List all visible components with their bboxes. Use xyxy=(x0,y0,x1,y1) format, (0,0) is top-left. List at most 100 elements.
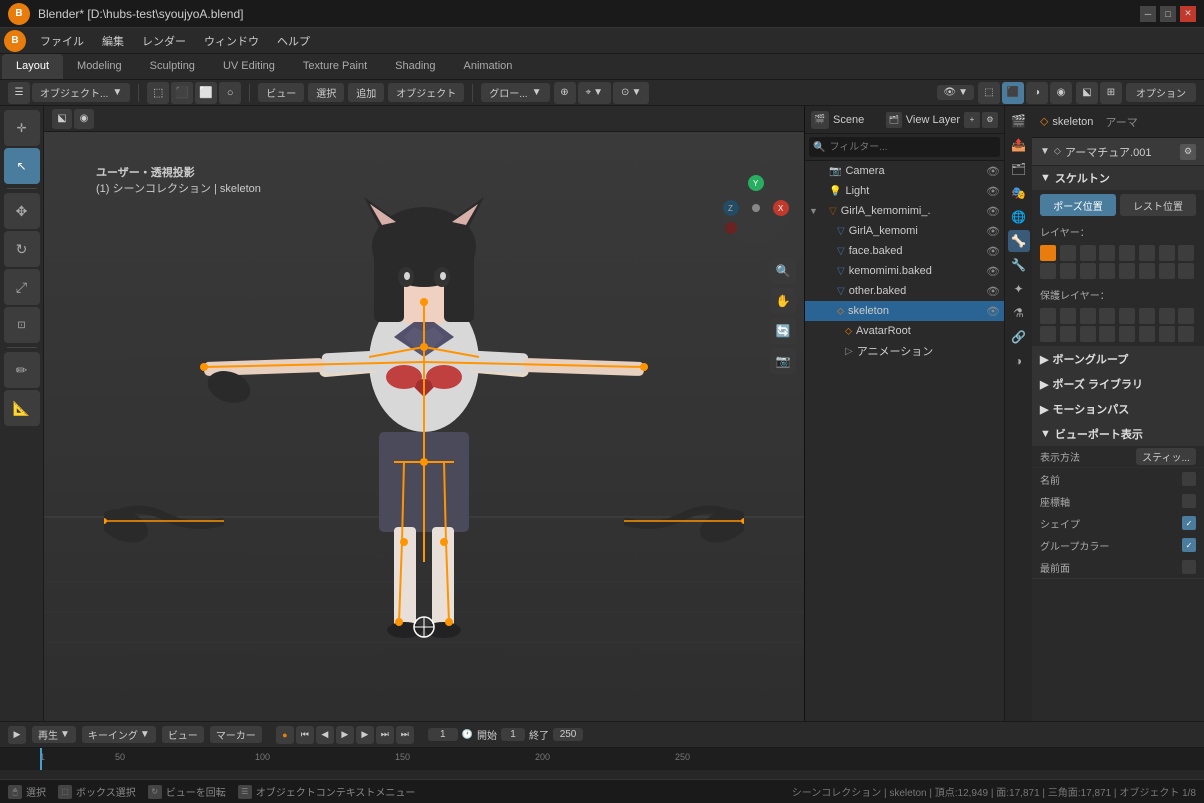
rotate-btn[interactable]: 🔄 xyxy=(770,318,796,344)
layer-cell-10[interactable] xyxy=(1060,263,1076,279)
viewport[interactable]: ⬕ ◉ xyxy=(44,106,804,721)
snap-dropdown[interactable]: ⌖▼ xyxy=(578,82,612,104)
scene-label[interactable]: Scene xyxy=(833,114,864,126)
outliner-item-camera[interactable]: 📷 Camera 👁 xyxy=(805,161,1004,181)
menu-window[interactable]: ウィンドウ xyxy=(196,31,267,51)
loop-btn[interactable]: ⏭ xyxy=(396,726,414,744)
viewport-header-icon1[interactable]: ⬕ xyxy=(52,109,72,129)
rotate-tool[interactable]: ↻ xyxy=(4,231,40,267)
skeleton-vis-icon[interactable]: 👁 xyxy=(986,305,1000,318)
viewport-display-header[interactable]: ▼ ビューポート表示 xyxy=(1032,422,1204,446)
camera-btn[interactable]: 📷 xyxy=(770,348,796,374)
bone-groups-header[interactable]: ▶ ボーングループ xyxy=(1032,347,1204,371)
select-tool[interactable]: ↖ xyxy=(4,148,40,184)
outliner-item-girla-root[interactable]: ▼ ▽ GirlA_kemomimi_. 👁 xyxy=(805,201,1004,221)
layer-cell-9[interactable] xyxy=(1040,263,1056,279)
viewlayer-settings-btn[interactable]: ⚙ xyxy=(982,112,998,128)
props-material-icon[interactable]: ◑ xyxy=(1008,350,1030,372)
prot-cell-16[interactable] xyxy=(1178,326,1194,342)
layer-cell-1[interactable] xyxy=(1040,245,1056,261)
overlay-icon[interactable]: ⬕ xyxy=(1076,82,1098,104)
transform-dropdown[interactable]: グロー...▼ xyxy=(481,83,549,102)
menu-render[interactable]: レンダー xyxy=(134,31,194,51)
name-toggle-checkbox[interactable] xyxy=(1182,472,1196,486)
marker-menu[interactable]: マーカー xyxy=(210,726,262,743)
tab-sculpting[interactable]: Sculpting xyxy=(136,54,209,79)
prot-cell-1[interactable] xyxy=(1040,308,1056,324)
outliner-item-kemomimi-baked[interactable]: ▽ kemomimi.baked 👁 xyxy=(805,261,1004,281)
solid-view-icon[interactable]: ⬛ xyxy=(1002,82,1024,104)
tab-uv-editing[interactable]: UV Editing xyxy=(209,54,289,79)
annotate-tool[interactable]: ✏ xyxy=(4,352,40,388)
other-baked-vis-icon[interactable]: 👁 xyxy=(986,285,1000,298)
end-frame-input[interactable]: 250 xyxy=(553,728,583,741)
menu-help[interactable]: ヘルプ xyxy=(269,31,318,51)
layer-cell-11[interactable] xyxy=(1080,263,1096,279)
layer-cell-6[interactable] xyxy=(1139,245,1155,261)
box-select-icon[interactable]: ⬛ xyxy=(171,82,193,104)
timeline-mode-icon[interactable]: ▶ xyxy=(8,726,26,744)
layer-cell-2[interactable] xyxy=(1060,245,1076,261)
viewlayer-label[interactable]: View Layer xyxy=(906,114,960,126)
hand-btn[interactable]: ✋ xyxy=(770,288,796,314)
snap-icon[interactable]: ⊕ xyxy=(554,82,576,104)
step-fwd-btn[interactable]: ▶ xyxy=(356,726,374,744)
scale-tool[interactable]: ⤢ xyxy=(4,269,40,305)
viewport-header-icon2[interactable]: ◉ xyxy=(74,109,94,129)
layer-cell-7[interactable] xyxy=(1159,245,1175,261)
transform-tool[interactable]: ⊡ xyxy=(4,307,40,343)
motion-paths-header[interactable]: ▶ モーションパス xyxy=(1032,397,1204,421)
view-menu-timeline[interactable]: ビュー xyxy=(162,726,204,743)
select-menu[interactable]: 選択 xyxy=(308,83,344,102)
gizmo-icon[interactable]: ⊞ xyxy=(1100,82,1122,104)
girla-root-vis-icon[interactable]: 👁 xyxy=(986,205,1000,218)
kemomimi-baked-vis-icon[interactable]: 👁 xyxy=(986,265,1000,278)
move-tool[interactable]: ✥ xyxy=(4,193,40,229)
playback-dropdown[interactable]: 再生▼ xyxy=(32,726,76,743)
props-particles-icon[interactable]: ✦ xyxy=(1008,278,1030,300)
prot-cell-6[interactable] xyxy=(1139,308,1155,324)
jump-start-btn[interactable]: ⏮ xyxy=(296,726,314,744)
light-vis-icon[interactable]: 👁 xyxy=(986,185,1000,198)
face-baked-vis-icon[interactable]: 👁 xyxy=(986,245,1000,258)
minimize-button[interactable]: ─ xyxy=(1140,6,1156,22)
armature-section-header[interactable]: ▼ ⬦ アーマチュア.001 ⚙ xyxy=(1032,138,1204,166)
material-preview-icon[interactable]: ◑ xyxy=(1026,82,1048,104)
props-physics-icon[interactable]: ⚗ xyxy=(1008,302,1030,324)
layer-cell-3[interactable] xyxy=(1080,245,1096,261)
outliner-item-skeleton[interactable]: ⬦ skeleton 👁 xyxy=(805,301,1004,321)
jump-end-btn[interactable]: ⏭ xyxy=(376,726,394,744)
rest-position-btn[interactable]: レスト位置 xyxy=(1120,194,1196,216)
view-menu[interactable]: ビュー xyxy=(258,83,304,102)
prot-cell-13[interactable] xyxy=(1119,326,1135,342)
outliner-item-other-baked[interactable]: ▽ other.baked 👁 xyxy=(805,281,1004,301)
options-button[interactable]: オプション xyxy=(1126,83,1196,102)
timeline-ruler[interactable]: 1 50 100 150 200 250 xyxy=(0,748,1204,770)
current-frame-display[interactable]: 1 xyxy=(428,728,458,741)
skeleton-section-header[interactable]: ▼ スケルトン xyxy=(1032,166,1204,190)
wireframe-icon[interactable]: ⬚ xyxy=(978,82,1000,104)
object-menu[interactable]: オブジェクト xyxy=(388,83,464,102)
in-front-toggle-checkbox[interactable] xyxy=(1182,560,1196,574)
tab-texture-paint[interactable]: Texture Paint xyxy=(289,54,381,79)
tab-modeling[interactable]: Modeling xyxy=(63,54,136,79)
group-colors-toggle-checkbox[interactable]: ✓ xyxy=(1182,538,1196,552)
outliner-item-light[interactable]: 💡 Light 👁 xyxy=(805,181,1004,201)
display-as-dropdown[interactable]: スティッ... xyxy=(1136,448,1196,465)
props-view-layer-icon[interactable]: 🗂 xyxy=(1008,158,1030,180)
select-mode-icon[interactable]: ⬚ xyxy=(147,82,169,104)
pose-library-header[interactable]: ▶ ポーズ ライブラリ xyxy=(1032,372,1204,396)
start-frame-input[interactable]: 1 xyxy=(501,728,525,741)
prot-cell-14[interactable] xyxy=(1139,326,1155,342)
layer-cell-4[interactable] xyxy=(1099,245,1115,261)
props-world-icon[interactable]: 🌐 xyxy=(1008,206,1030,228)
prot-cell-8[interactable] xyxy=(1178,308,1194,324)
prot-cell-7[interactable] xyxy=(1159,308,1175,324)
menu-edit[interactable]: 編集 xyxy=(94,31,132,51)
step-back-btn[interactable]: ◀ xyxy=(316,726,334,744)
zoom-in-btn[interactable]: 🔍 xyxy=(770,258,796,284)
rendered-view-icon[interactable]: ◉ xyxy=(1050,82,1072,104)
props-scene-icon[interactable]: 🎭 xyxy=(1008,182,1030,204)
shapes-toggle-checkbox[interactable]: ✓ xyxy=(1182,516,1196,530)
viewport-canvas[interactable]: ユーザー・透視投影 (1) シーンコレクション | skeleton X Y Z xyxy=(44,132,804,721)
